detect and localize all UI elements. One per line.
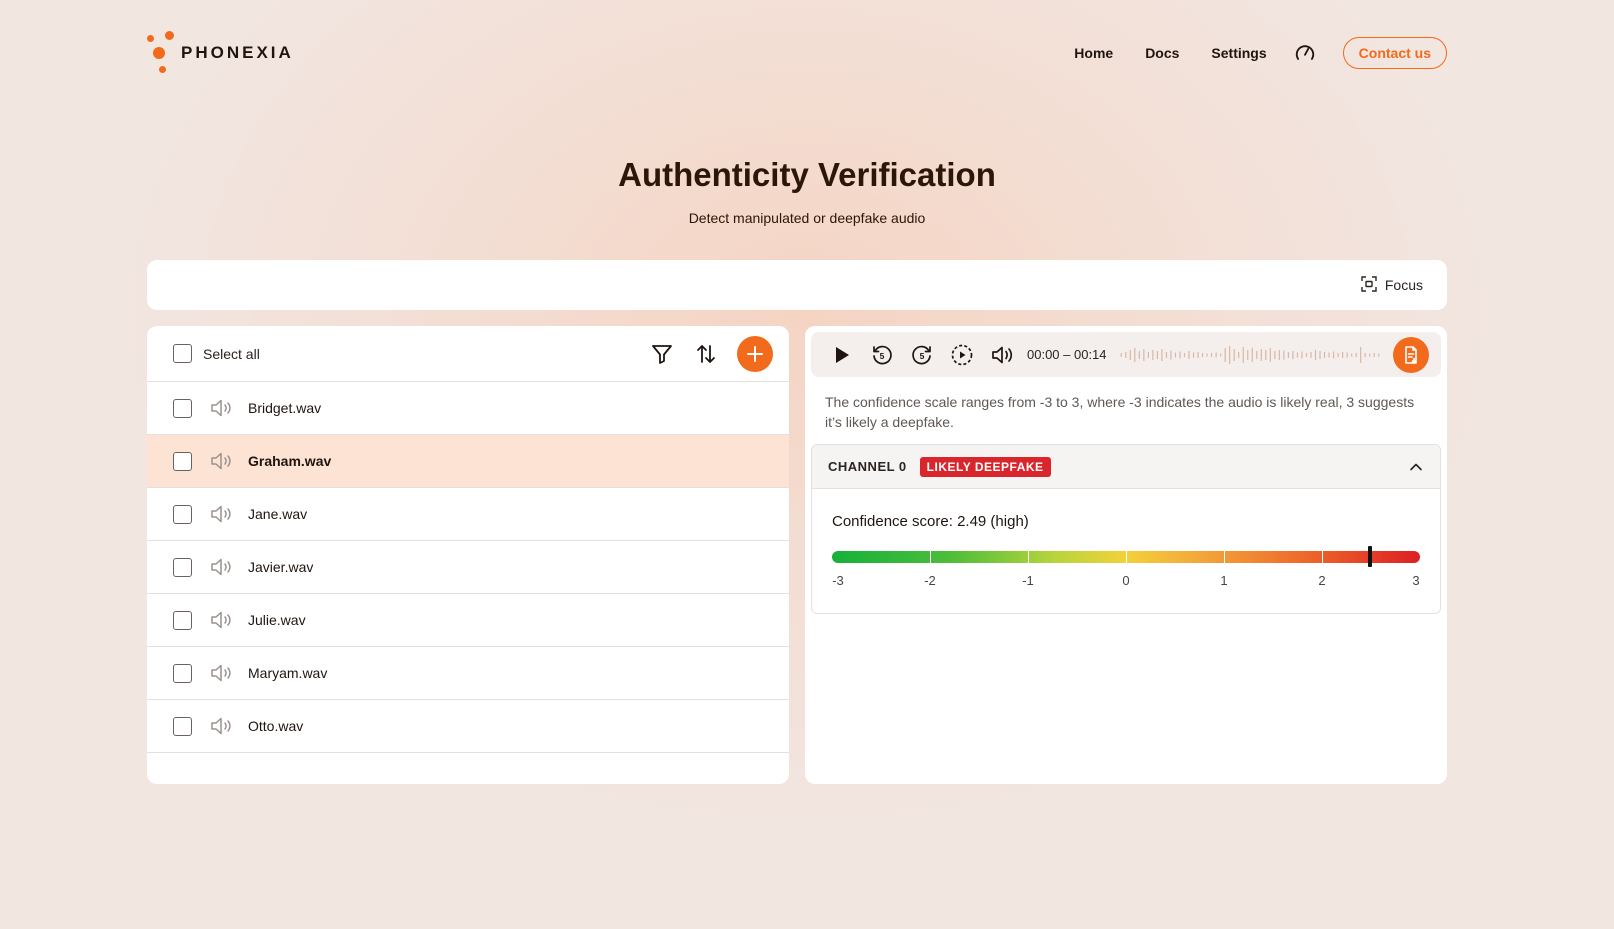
audio-player: 5 5 00:00 – 00:14 — [811, 332, 1441, 377]
main-nav: Home Docs Settings Contact us — [1042, 37, 1447, 69]
file-list-panel: Select all Bridget.wav Graham.wav Jane.wav… — [147, 326, 789, 784]
file-row[interactable]: Otto.wav — [147, 700, 789, 753]
page-title: Authenticity Verification — [618, 156, 996, 193]
rewind-5-icon[interactable]: 5 — [869, 342, 895, 368]
waveform[interactable] — [1119, 341, 1381, 369]
scale-tick-label: 2 — [1318, 573, 1326, 588]
scale-tick — [1322, 551, 1323, 563]
speaker-icon[interactable] — [210, 504, 236, 524]
file-row[interactable]: Javier.wav — [147, 541, 789, 594]
focus-button[interactable]: Focus — [1361, 275, 1423, 295]
scale-tick-label: 1 — [1220, 573, 1228, 588]
add-file-button[interactable] — [737, 335, 773, 372]
speaker-icon[interactable] — [210, 398, 236, 418]
file-row[interactable]: Graham.wav — [147, 435, 789, 488]
nav-home[interactable]: Home — [1074, 45, 1113, 61]
status-badge: LIKELY DEEPFAKE — [919, 456, 1051, 477]
playback-time: 00:00 – 00:14 — [1027, 347, 1107, 362]
scale-tick — [1028, 551, 1029, 563]
file-name: Bridget.wav — [248, 400, 322, 416]
file-name: Graham.wav — [248, 453, 332, 469]
channel-result-card: CHANNEL 0 LIKELY DEEPFAKE Confidence sco… — [811, 444, 1441, 614]
focus-label: Focus — [1384, 277, 1423, 293]
speaker-icon[interactable] — [210, 716, 236, 736]
export-report-icon — [1405, 346, 1417, 364]
channel-title: CHANNEL 0 — [828, 459, 907, 474]
add-icon — [747, 345, 763, 362]
logo-dots-icon — [147, 30, 181, 76]
contact-us-button[interactable]: Contact us — [1342, 37, 1447, 69]
forward-5-icon[interactable]: 5 — [909, 342, 935, 368]
file-name: Javier.wav — [248, 559, 314, 575]
confidence-scale-note: The confidence scale ranges from -3 to 3… — [825, 394, 1415, 430]
file-list: Bridget.wav Graham.wav Jane.wav Javier.wav J… — [147, 382, 789, 753]
toolbar: Focus — [147, 260, 1447, 310]
scale-tick — [1224, 551, 1225, 563]
file-row[interactable]: Jane.wav — [147, 488, 789, 541]
file-checkbox[interactable] — [173, 451, 192, 471]
speaker-icon[interactable] — [210, 451, 236, 471]
file-checkbox[interactable] — [173, 716, 192, 736]
brand-name: PHONEXIA — [181, 43, 294, 62]
nav-settings[interactable]: Settings — [1211, 45, 1266, 61]
score-marker — [1368, 546, 1373, 567]
file-row[interactable]: Maryam.wav — [147, 647, 789, 700]
file-checkbox[interactable] — [173, 504, 192, 524]
result-panel: 5 5 00:00 – 00:14 The confidence scale r… — [805, 326, 1447, 784]
nav-docs[interactable]: Docs — [1145, 45, 1179, 61]
svg-text:5: 5 — [880, 351, 885, 361]
select-all-checkbox[interactable] — [173, 344, 192, 363]
channel-header[interactable]: CHANNEL 0 LIKELY DEEPFAKE — [812, 445, 1440, 489]
speedometer-icon[interactable] — [1293, 41, 1317, 65]
file-name: Julie.wav — [248, 612, 306, 628]
file-name: Maryam.wav — [248, 665, 328, 681]
volume-icon[interactable] — [989, 342, 1017, 368]
logo[interactable]: PHONEXIA — [147, 30, 294, 76]
scale-tick-label: 3 — [1412, 573, 1420, 588]
speaker-icon[interactable] — [210, 610, 236, 630]
file-checkbox[interactable] — [173, 557, 192, 577]
confidence-score: Confidence score: 2.49 (high) — [832, 513, 1029, 530]
file-name: Otto.wav — [248, 718, 304, 734]
export-report-button[interactable] — [1393, 337, 1429, 373]
file-list-header: Select all — [147, 326, 789, 382]
file-row[interactable]: Bridget.wav — [147, 382, 789, 435]
speaker-icon[interactable] — [210, 663, 236, 683]
scale-tick-label: -3 — [832, 573, 844, 588]
scale-tick — [930, 551, 931, 563]
select-all-label: Select all — [203, 345, 260, 362]
playback-speed-icon[interactable] — [949, 342, 975, 368]
confidence-scale: -3 -2 -1 0 1 2 3 — [832, 546, 1420, 607]
file-checkbox[interactable] — [173, 663, 192, 683]
file-checkbox[interactable] — [173, 610, 192, 630]
scale-tick-label: -2 — [924, 573, 936, 588]
speaker-icon[interactable] — [210, 557, 236, 577]
svg-text:5: 5 — [920, 351, 925, 361]
scale-tick-label: -1 — [1022, 573, 1034, 588]
top-bar: PHONEXIA Home Docs Settings Contact us — [147, 30, 1447, 76]
file-row[interactable]: Julie.wav — [147, 594, 789, 647]
scale-tick — [1126, 551, 1127, 563]
filter-icon[interactable] — [649, 341, 675, 367]
focus-frame-icon — [1361, 275, 1377, 295]
page-subtitle: Detect manipulated or deepfake audio — [688, 210, 926, 226]
file-name: Jane.wav — [248, 506, 308, 522]
chevron-up-icon[interactable] — [1406, 457, 1426, 477]
play-icon[interactable] — [831, 344, 853, 366]
sort-icon[interactable] — [693, 341, 719, 367]
scale-tick-label: 0 — [1122, 573, 1130, 588]
file-checkbox[interactable] — [173, 398, 192, 418]
